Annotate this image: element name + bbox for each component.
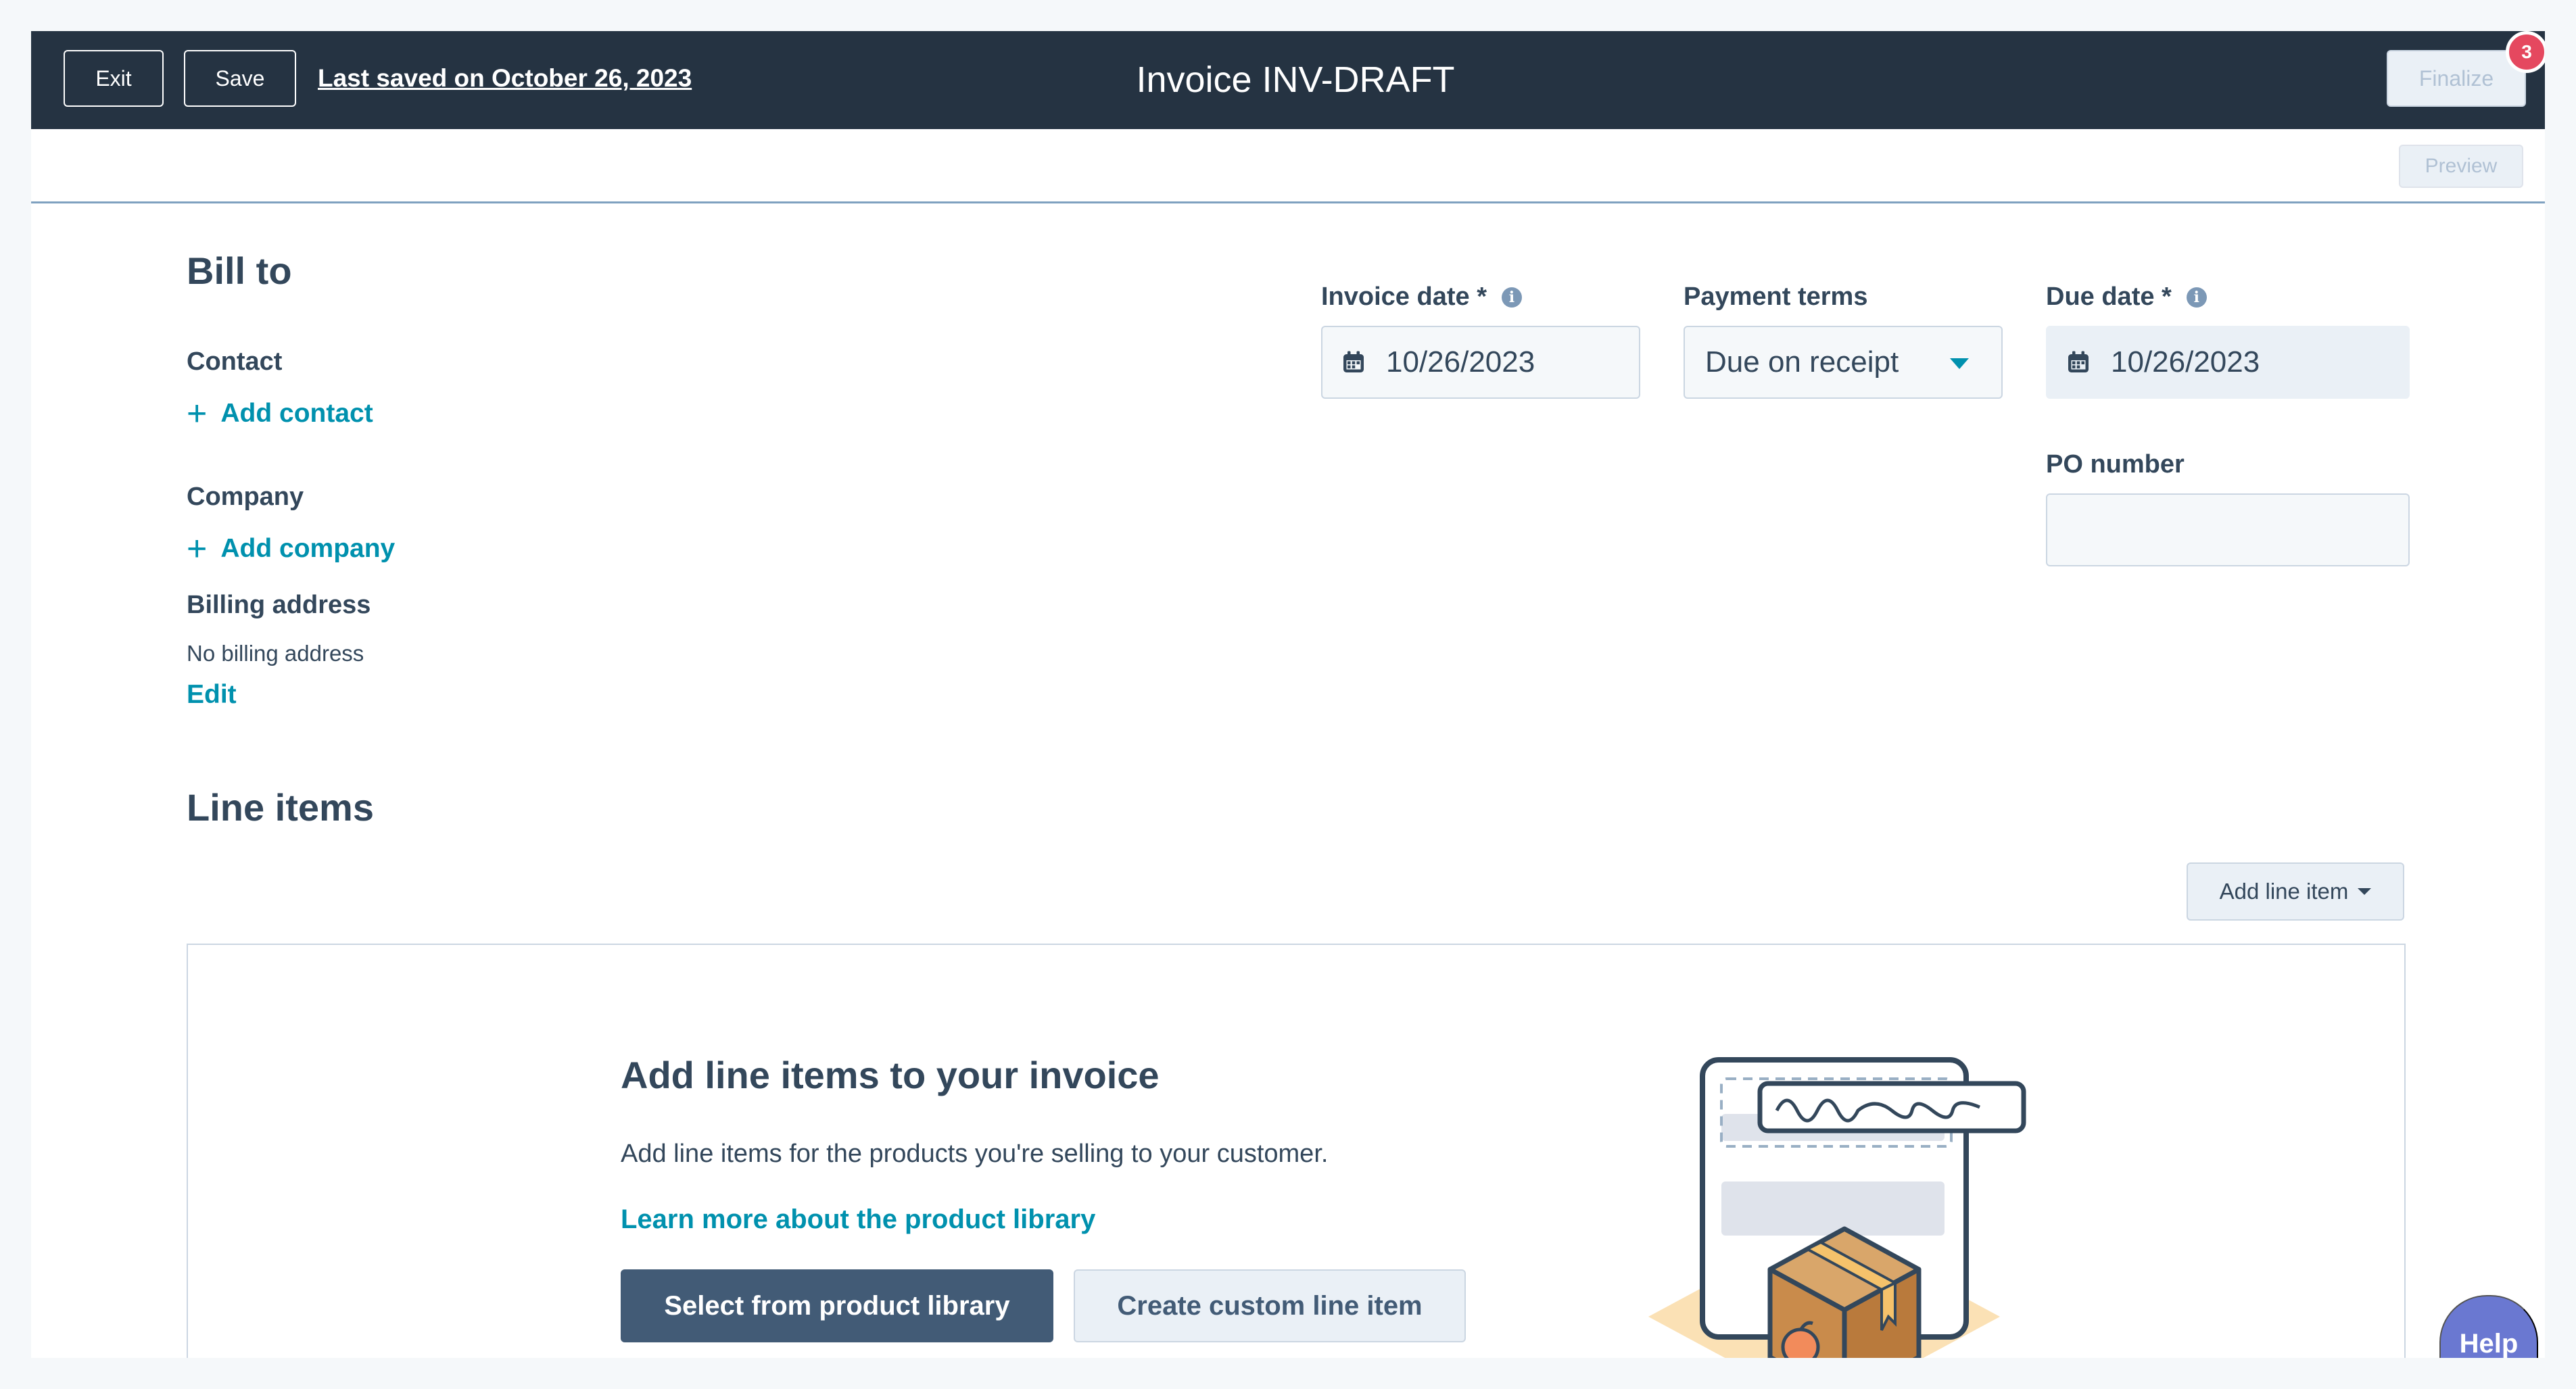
info-icon[interactable]: i (2186, 287, 2207, 308)
select-from-library-button[interactable]: Select from product library (621, 1269, 1053, 1342)
due-date-field[interactable]: 10/26/2023 (2046, 326, 2410, 399)
empty-state-title: Add line items to your invoice (621, 1054, 1160, 1096)
finalize-button[interactable]: Finalize (2387, 50, 2526, 107)
invoice-date-field[interactable]: 10/26/2023 (1321, 326, 1640, 399)
invoice-date-label-text: Invoice date * (1321, 283, 1487, 311)
last-saved-link[interactable]: Last saved on October 26, 2023 (318, 61, 692, 96)
add-company-label: Add company (220, 534, 396, 563)
notification-badge: 3 (2506, 31, 2545, 73)
due-date-label: Due date * i (2046, 283, 2207, 312)
add-line-item-button[interactable]: Add line item (2187, 862, 2404, 921)
invoice-date-value: 10/26/2023 (1386, 345, 1535, 379)
add-contact-label: Add contact (220, 399, 373, 428)
payment-terms-select[interactable]: Due on receipt (1684, 326, 2003, 399)
empty-state-description: Add line items for the products you're s… (621, 1140, 1329, 1168)
billing-address-value: No billing address (187, 641, 364, 666)
company-label: Company (187, 483, 304, 511)
line-items-empty-state: Add line items to your invoice Add line … (187, 944, 2406, 1358)
edit-billing-link[interactable]: Edit (187, 680, 237, 710)
calendar-icon (1343, 351, 1364, 372)
help-button[interactable]: Help (2439, 1295, 2538, 1358)
invoice-date-label: Invoice date * i (1321, 283, 1522, 312)
billing-address-label: Billing address (187, 591, 371, 619)
line-items-heading: Line items (187, 786, 374, 829)
calendar-icon (2068, 351, 2089, 372)
plus-icon: + (187, 394, 208, 433)
due-date-value: 10/26/2023 (2111, 345, 2260, 379)
payment-terms-value: Due on receipt (1705, 345, 1899, 379)
add-line-item-label: Add line item (2219, 879, 2349, 904)
save-button[interactable]: Save (184, 50, 296, 107)
payment-terms-label: Payment terms (1684, 283, 1868, 311)
info-icon[interactable]: i (1501, 287, 1522, 308)
plus-icon: + (187, 529, 208, 568)
caret-down-icon (1950, 358, 1969, 369)
invoice-box-illustration-icon (1648, 1057, 2026, 1358)
learn-more-link[interactable]: Learn more about the product library (621, 1204, 1095, 1235)
page-title: Invoice INV-DRAFT (1136, 59, 1455, 100)
header-bar: Exit Save Last saved on October 26, 2023… (31, 31, 2545, 129)
add-contact-link[interactable]: + Add contact (187, 394, 373, 433)
bill-to-heading: Bill to (187, 249, 292, 292)
add-company-link[interactable]: + Add company (187, 529, 396, 568)
sub-toolbar: Preview (31, 129, 2545, 203)
contact-label: Contact (187, 347, 283, 376)
po-number-input[interactable] (2046, 493, 2410, 566)
po-number-label: PO number (2046, 450, 2185, 479)
invoice-editor-window: Exit Save Last saved on October 26, 2023… (31, 31, 2545, 1358)
due-date-label-text: Due date * (2046, 283, 2172, 311)
caret-down-icon (2358, 888, 2372, 895)
exit-button[interactable]: Exit (64, 50, 164, 107)
create-custom-line-item-button[interactable]: Create custom line item (1074, 1269, 1466, 1342)
preview-button[interactable]: Preview (2399, 145, 2523, 188)
